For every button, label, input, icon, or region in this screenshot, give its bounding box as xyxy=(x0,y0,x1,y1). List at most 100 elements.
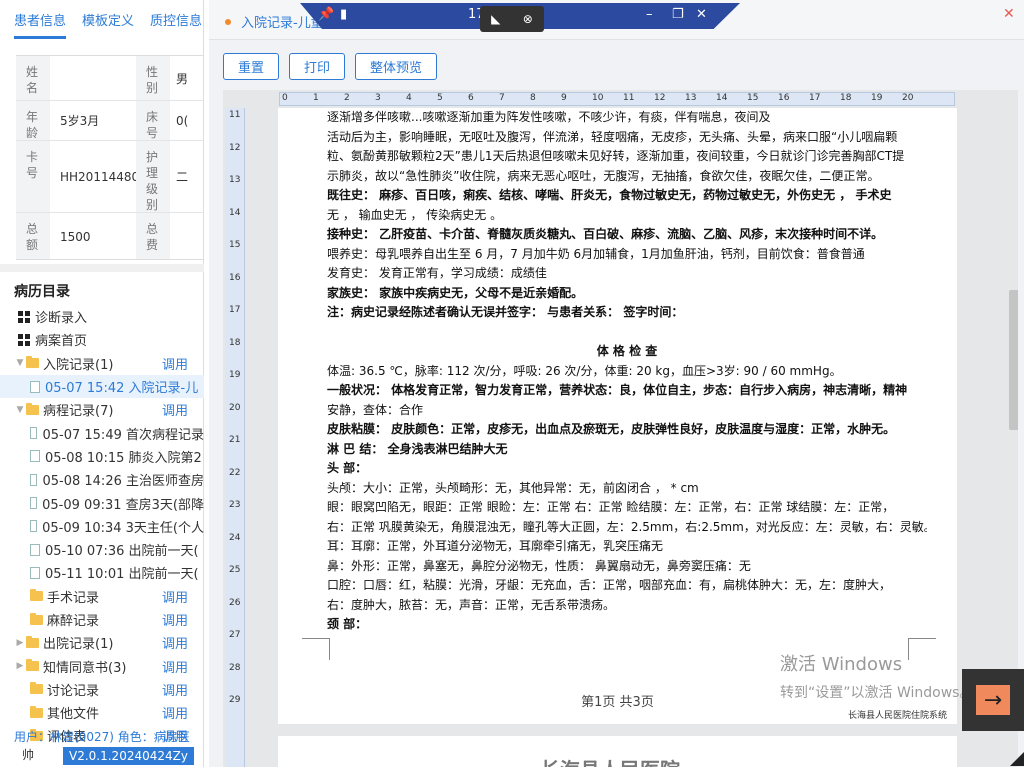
ruler-label: 10 xyxy=(592,93,604,103)
record-tree: 诊断录入 病案首页 ▼ 入院记录(1) 调用 05-07 15:42 入院记录-儿 ▼ 病程记… xyxy=(0,305,204,748)
call-link[interactable]: 调用 xyxy=(162,657,188,676)
tree-item[interactable]: 05-08 14:26 主治医师查房 xyxy=(0,468,204,491)
document-line: 右：度肿大，脓苔：无，声音：正常，无舌系带溃疡。 xyxy=(327,597,616,612)
document-line: 皮肤粘膜： 皮肤颜色：正常，皮疹无，出血点及瘀斑无，皮肤弹性良好，皮肤温度与湿度… xyxy=(327,422,896,436)
ruler-label: 20 xyxy=(902,93,914,103)
print-button[interactable]: 打印 xyxy=(289,53,346,80)
minimize-icon[interactable]: – xyxy=(646,7,653,22)
tab-patient-info[interactable]: 患者信息 xyxy=(14,10,67,39)
tree-item-label: 知情同意书(3) xyxy=(43,660,127,676)
reset-button[interactable]: 重置 xyxy=(223,53,280,80)
ruler-label: 5 xyxy=(437,93,443,103)
caret-down-icon[interactable]: ▼ xyxy=(14,405,26,415)
call-link[interactable]: 调用 xyxy=(162,703,188,722)
preview-button[interactable]: 整体预览 xyxy=(355,53,438,80)
document-line: 安静，查体：合作 xyxy=(327,402,424,417)
document-icon xyxy=(30,520,38,533)
call-link[interactable]: 调用 xyxy=(162,633,188,652)
tree-item-label: 05-08 10:15 肺炎入院第2 xyxy=(45,450,202,466)
line-number: 12 xyxy=(229,142,241,153)
document-line: 体温: 36.5 ℃，脉率: 112 次/分，呼吸: 26 次/分，体重: 20… xyxy=(327,363,842,378)
line-number: 29 xyxy=(229,695,241,705)
line-number: 18 xyxy=(229,337,241,348)
floating-action-button[interactable]: → xyxy=(962,669,1024,731)
line-number: 16 xyxy=(229,272,241,283)
call-link[interactable]: 调用 xyxy=(162,587,188,606)
restore-icon[interactable]: ❐ xyxy=(672,7,684,22)
folder-icon xyxy=(30,589,43,602)
tree-item[interactable]: 其他文件 调用 xyxy=(0,701,204,724)
tree-item[interactable]: ▶ 出院记录(1) 调用 xyxy=(0,631,204,654)
tree-item[interactable]: 05-10 07:36 出院前一天( xyxy=(0,538,204,561)
patient-label: 总费 xyxy=(136,213,170,259)
folder-icon xyxy=(26,635,39,648)
left-panel: 患者信息 模板定义 质控信息 姓名 性别男年龄 5岁3月 床号 0(卡号 HH201144… xyxy=(0,0,204,767)
ruler-label: 2 xyxy=(344,93,350,103)
document-line: 接种史： 乙肝疫苗、卡介苗、脊髓灰质炎糖丸、百白破、麻疹、流脑、乙脑、风疹，末次… xyxy=(327,227,884,241)
document-icon xyxy=(30,543,40,556)
panel-divider xyxy=(0,264,204,272)
tree-item[interactable]: 麻醉记录 调用 xyxy=(0,608,204,631)
tree-item[interactable]: 05-08 10:15 肺炎入院第2 xyxy=(0,445,204,468)
tree-item[interactable]: 病案首页 xyxy=(0,328,204,351)
tree-item[interactable]: 05-07 15:49 首次病程记录 xyxy=(0,421,204,444)
document-line: 一般状况： 体格发育正常，智力发育正常，营养状态：良，体位自主，步态：自行步入病… xyxy=(327,383,908,397)
tree-item[interactable]: 05-09 09:31 查房3天(部降 xyxy=(0,491,204,514)
grid-icon xyxy=(18,333,30,346)
line-number: 23 xyxy=(229,500,241,510)
line-number: 22 xyxy=(229,467,241,478)
document-body[interactable]: 逐渐增多伴咳嗽...咳嗽逐渐加重为阵发性咳嗽，不咳少许，有痰，伴有喘息，夜间及活… xyxy=(327,108,927,635)
call-link[interactable]: 调用 xyxy=(162,610,188,629)
close-remote-icon[interactable]: ✕ xyxy=(696,7,707,22)
tree-item-label: 诊断录入 xyxy=(35,311,88,327)
tree-item-label: 05-10 07:36 出院前一天( xyxy=(45,544,199,560)
user-info: 用户：林建(0027) 角色：病房医 xyxy=(14,730,190,744)
toolbar: 重置 打印 整体预览 xyxy=(223,53,438,80)
tree-item-label: 05-11 10:01 出院前一天( xyxy=(45,567,199,583)
document-line: 注：病史记录经陈述者确认无误并签字： 与患者关系： 签字时间： xyxy=(327,305,684,319)
document-line: 眼：眼窝凹陷无，眼距：正常 眼睑：左：正常 右：正常 睑结膜：左：正常，右：正常… xyxy=(327,500,895,514)
call-link[interactable]: 调用 xyxy=(162,400,188,419)
tree-item-label: 05-09 09:31 查房3天(部降 xyxy=(42,497,204,513)
tree-item[interactable]: 诊断录入 xyxy=(0,305,204,328)
patient-label: 年龄 xyxy=(16,101,50,140)
hide-icon[interactable]: ◣ xyxy=(491,12,500,26)
document-line: 口腔：口唇：红，粘膜：光滑，牙龈：无充血，舌：正常，咽部充血：有，扁桃体肿大：无… xyxy=(327,578,892,592)
document-line: 无 ， 输血史无 ， 传染病史无 。 xyxy=(327,207,503,222)
tree-item-label: 讨论记录 xyxy=(47,683,100,699)
tree-item[interactable]: 05-11 10:01 出院前一天( xyxy=(0,561,204,584)
document-line: 鼻：外形：正常，鼻塞无，鼻腔分泌物无，性质： 鼻翼扇动无，鼻旁窦压痛：无 xyxy=(327,558,751,573)
close-icon[interactable]: ✕ xyxy=(1003,6,1015,22)
folder-icon xyxy=(30,612,43,625)
ruler-label: 6 xyxy=(468,93,474,103)
close-circle-icon[interactable]: ⊗ xyxy=(523,12,533,26)
tab-template[interactable]: 模板定义 xyxy=(82,10,134,29)
tree-item[interactable]: ▶ 知情同意书(3) 调用 xyxy=(0,654,204,677)
caret-right-icon[interactable]: ▶ xyxy=(14,638,26,648)
folder-icon xyxy=(26,659,39,672)
tree-item-label: 出院记录(1) xyxy=(43,637,114,653)
tree-item[interactable]: 05-09 10:34 3天主任(个人 xyxy=(0,515,204,538)
tree-item[interactable]: 讨论记录 调用 xyxy=(0,678,204,701)
caret-right-icon[interactable]: ▶ xyxy=(14,661,26,671)
tree-item-label: 入院记录(1) xyxy=(43,357,114,373)
tree-item-label: 病案首页 xyxy=(35,334,88,350)
call-link[interactable]: 调用 xyxy=(162,680,188,699)
document-line: 头 部： xyxy=(327,461,368,475)
page-corner-mark xyxy=(302,638,330,660)
tree-item[interactable]: ▼ 病程记录(7) 调用 xyxy=(0,398,204,421)
tree-item[interactable]: 05-07 15:42 入院记录-儿 xyxy=(0,374,204,399)
caret-down-icon[interactable]: ▼ xyxy=(14,358,26,368)
tree-item-label: 手术记录 xyxy=(47,590,100,606)
call-link[interactable]: 调用 xyxy=(162,354,188,373)
vertical-scrollbar[interactable] xyxy=(1009,290,1018,430)
arrow-right-icon: → xyxy=(976,685,1010,715)
vertical-ruler: 11 12 13 14 15 16 17 18 19 20 21 22 23 24 25 26 27 28 29 xyxy=(225,108,245,767)
tree-item-label: 05-07 15:49 首次病程记录 xyxy=(42,427,204,443)
tree-item[interactable]: 手术记录 调用 xyxy=(0,585,204,608)
tab-quality[interactable]: 质控信息 xyxy=(150,10,202,29)
tree-item[interactable]: ▼ 入院记录(1) 调用 xyxy=(0,352,204,375)
patient-value xyxy=(170,213,204,259)
pin-icon[interactable]: 📌 xyxy=(318,7,334,22)
